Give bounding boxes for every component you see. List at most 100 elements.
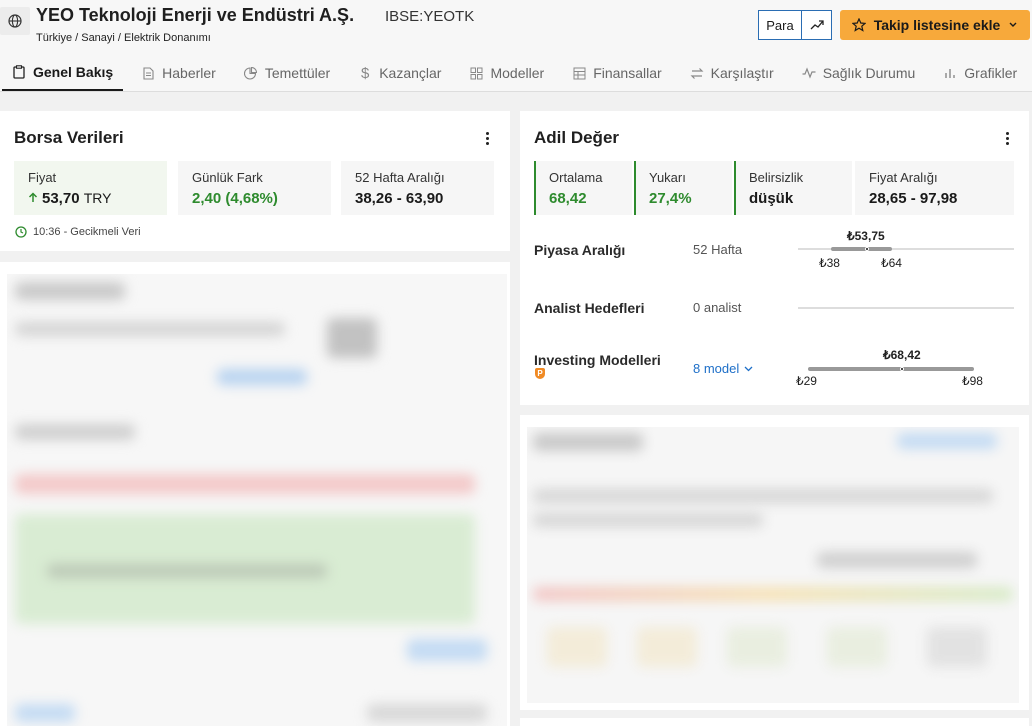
document-icon [141, 66, 155, 80]
delay-note-text: 10:36 - Gecikmeli Veri [33, 226, 141, 238]
blur-block [15, 322, 285, 336]
fv-uncertainty: Belirsizlik düşük [734, 161, 852, 215]
trend-button[interactable] [802, 10, 832, 40]
blur-block [15, 282, 125, 300]
fair-value-title: Adil Değer [534, 128, 620, 147]
fv-upside-label: Yukarı [649, 170, 686, 185]
daily-change-label: Günlük Fark [192, 170, 263, 185]
tab-label: Modeller [490, 65, 545, 81]
week52-range-value: 38,26 - 63,90 [355, 190, 444, 207]
blur-block [367, 704, 487, 722]
fv-average-label: Ortalama [549, 170, 603, 185]
models-range-marker [900, 367, 904, 371]
breadcrumb[interactable]: Türkiye / Sanayi / Elektrik Donanımı [36, 32, 211, 44]
delay-note: 10:36 - Gecikmeli Veri [15, 226, 141, 238]
blur-block [327, 318, 377, 358]
page-header: YEO Teknoloji Enerji ve Endüstri A.Ş. IB… [0, 0, 1032, 55]
add-watchlist-label: Takip listesine ekle [873, 17, 1001, 33]
market-range-marker [865, 247, 869, 251]
blurred-premium-panel-right [520, 415, 1029, 710]
table-icon [572, 66, 586, 80]
fair-value-card: Adil Değer Ortalama 68,42 Yukarı 27,4% B… [520, 111, 1029, 405]
models-range-low: ₺29 [796, 374, 817, 388]
analyst-targets-track [798, 307, 1014, 309]
fv-uncertainty-value: düşük [749, 190, 794, 207]
fv-upside: Yukarı 27,4% [634, 161, 732, 215]
models-dropdown[interactable]: 8 model [693, 361, 753, 376]
blur-block [533, 433, 643, 451]
blur-block [547, 627, 607, 667]
analyst-targets-sub: 0 analist [693, 300, 742, 315]
blur-block [637, 627, 697, 667]
price-number: 53,70 [42, 190, 80, 207]
blur-block [827, 627, 887, 667]
market-range-high: ₺64 [881, 256, 902, 270]
market-range-bar [831, 247, 892, 251]
blurred-content [7, 274, 507, 726]
blur-block [407, 639, 487, 661]
price-currency: TRY [83, 190, 112, 206]
tab-label: Finansallar [593, 65, 662, 81]
ticker-symbol: IBSE:YEOTK [385, 8, 475, 25]
swap-icon [690, 66, 704, 80]
tab-temettuler[interactable]: Temettüler [234, 55, 340, 91]
blur-block [727, 627, 787, 667]
investing-pro-icon: P [535, 368, 545, 379]
fv-price-range-label: Fiyat Aralığı [869, 170, 938, 185]
blur-block [15, 704, 75, 722]
dollar-icon: $ [361, 64, 370, 82]
investing-models-label: Investing Modelleri [534, 352, 661, 368]
fv-average-value: 68,42 [549, 190, 587, 207]
market-range-current: ₺53,75 [847, 229, 885, 243]
blurred-premium-panel-left [0, 262, 510, 726]
tab-genel-bakis[interactable]: Genel Bakış [2, 55, 124, 91]
tab-label: Karşılaştır [710, 65, 774, 81]
tab-finansallar[interactable]: Finansallar [562, 55, 671, 91]
models-dropdown-label: 8 model [693, 361, 740, 376]
tab-label: Sağlık Durumu [822, 65, 916, 81]
grid-icon [469, 66, 483, 80]
tab-label: Grafikler [964, 65, 1018, 81]
pie-icon [244, 66, 258, 80]
next-card-stub [520, 718, 1029, 726]
blur-block [217, 369, 307, 385]
blur-block [927, 627, 987, 667]
clipboard-icon [12, 65, 26, 79]
blur-block [897, 433, 997, 449]
week52-range-stat: 52 Hafta Aralığı 38,26 - 63,90 [341, 161, 494, 215]
daily-change-stat: Günlük Fark 2,40 (4,68%) [178, 161, 331, 215]
market-range-sub: 52 Hafta [693, 242, 743, 257]
models-range-bar [808, 367, 974, 371]
market-data-title: Borsa Verileri [14, 128, 124, 147]
blur-block [533, 587, 1013, 601]
blur-block [817, 552, 977, 568]
trend-up-icon [810, 20, 824, 30]
tab-kazanclar[interactable]: $ Kazançlar [348, 55, 451, 91]
market-range-low: ₺38 [819, 256, 840, 270]
price-label: Fiyat [28, 170, 57, 185]
tab-label: Haberler [162, 65, 216, 81]
clock-icon [15, 226, 27, 238]
chevron-down-icon [744, 366, 753, 371]
more-options-icon[interactable] [486, 132, 490, 145]
tab-karsilastir[interactable]: Karşılaştır [680, 55, 784, 91]
tab-grafikler[interactable]: Grafikler [933, 55, 1027, 91]
fv-uncertainty-label: Belirsizlik [749, 170, 804, 185]
globe-icon[interactable] [0, 7, 30, 35]
currency-button[interactable]: Para [758, 10, 802, 40]
fv-average: Ortalama 68,42 [534, 161, 632, 215]
bars-icon [943, 66, 957, 80]
tab-saglik-durumu[interactable]: Sağlık Durumu [792, 55, 926, 91]
page-title: YEO Teknoloji Enerji ve Endüstri A.Ş. [36, 5, 355, 25]
tab-modeller[interactable]: Modeller [459, 55, 554, 91]
blurred-content [527, 427, 1019, 703]
fv-upside-value: 27,4% [649, 190, 692, 207]
more-options-icon[interactable] [1006, 132, 1010, 145]
price-stat: Fiyat 53,70 TRY [14, 161, 167, 215]
add-watchlist-button[interactable]: Takip listesine ekle [840, 10, 1030, 40]
blur-block [533, 489, 993, 503]
blur-block [47, 564, 327, 578]
fv-price-range: Fiyat Aralığı 28,65 - 97,98 [855, 161, 1014, 215]
week52-range-label: 52 Hafta Aralığı [355, 170, 445, 185]
tab-haberler[interactable]: Haberler [131, 55, 226, 91]
